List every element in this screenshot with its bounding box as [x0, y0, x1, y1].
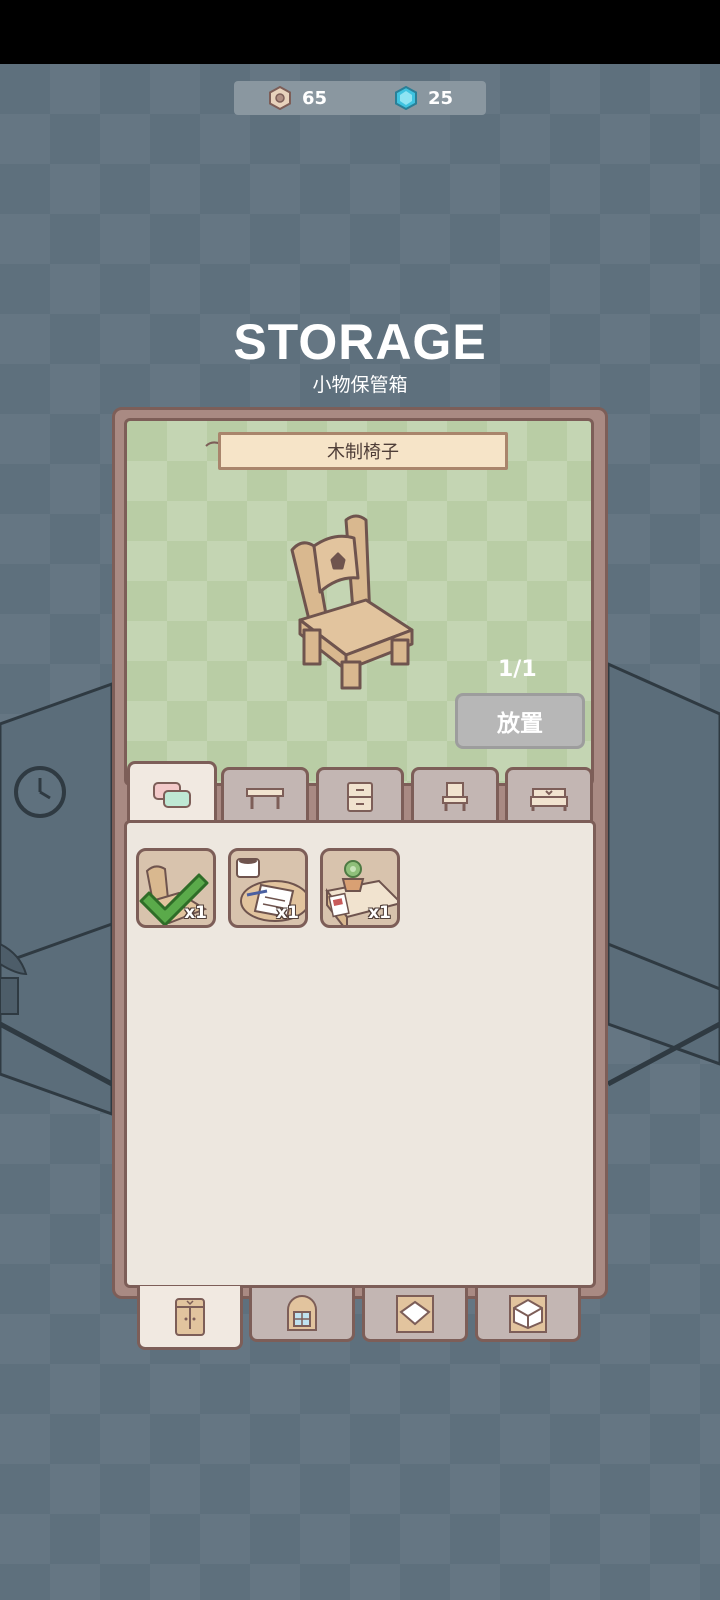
item-quantity: x1: [184, 903, 207, 923]
chair-icon: [442, 781, 468, 811]
tab-chairs[interactable]: [411, 767, 499, 823]
page-title: STORAGE: [233, 314, 487, 370]
inventory-item-plant-desk[interactable]: x1: [320, 848, 400, 928]
tab-walls[interactable]: [475, 1288, 581, 1342]
tab-furniture[interactable]: [137, 1286, 243, 1350]
chair-preview-icon: [290, 514, 414, 690]
item-quantity: x1: [276, 903, 299, 923]
tab-floors[interactable]: [362, 1288, 468, 1342]
tab-windows[interactable]: [249, 1288, 355, 1342]
gem-amount: 25: [428, 87, 454, 109]
tab-tables[interactable]: [221, 767, 309, 823]
item-name-tag: 木制椅子: [218, 432, 508, 470]
coin-amount: 65: [302, 87, 328, 109]
floor-icon: [396, 1294, 434, 1333]
coin-counter: 65: [268, 86, 327, 110]
status-bar: [0, 0, 720, 64]
inventory-item-coffee-desk[interactable]: x1: [228, 848, 308, 928]
currency-bar: 65 25: [234, 81, 486, 115]
item-quantity: x1: [368, 903, 391, 923]
small-items-icon: [153, 781, 191, 808]
place-button[interactable]: 放置: [455, 693, 585, 749]
coin-icon: [269, 86, 291, 110]
tab-cabinets[interactable]: [316, 767, 404, 823]
page-subtitle: 小物保管箱: [312, 374, 408, 396]
gem-icon: [395, 86, 417, 110]
cabinet-icon: [347, 781, 373, 812]
wall-icon: [509, 1294, 547, 1333]
gem-counter: 25: [394, 86, 453, 110]
window-icon: [287, 1294, 317, 1331]
table-icon: [246, 787, 284, 809]
item-count: 1/1: [498, 657, 537, 682]
tab-small-items[interactable]: [127, 761, 217, 825]
bed-icon: [530, 787, 568, 811]
wardrobe-icon: [175, 1297, 205, 1336]
inventory-item-wooden-chair[interactable]: x1: [136, 848, 216, 928]
tab-beds[interactable]: [505, 767, 593, 823]
